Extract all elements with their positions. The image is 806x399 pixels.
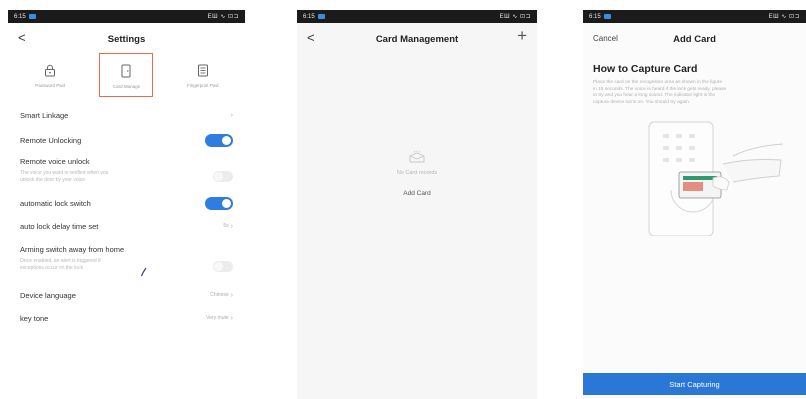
- row-label: Arming switch away from home: [20, 245, 125, 254]
- back-icon[interactable]: <: [18, 31, 26, 45]
- row-device-language[interactable]: Device language Chinese ›: [8, 283, 245, 307]
- chevron-right-icon: ›: [230, 314, 233, 322]
- auto-lock-toggle[interactable]: [205, 196, 233, 210]
- value-text: Chinese: [210, 292, 229, 298]
- value-text: 5s: [223, 223, 229, 229]
- arming-toggle[interactable]: [213, 261, 233, 272]
- list-icon: [196, 63, 210, 77]
- row-sub: unlock the door by your voice: [20, 177, 86, 183]
- page-title: Card Management: [375, 33, 459, 45]
- capture-heading: How to Capture Card: [593, 63, 698, 75]
- remote-unlocking-toggle[interactable]: [205, 133, 233, 147]
- func-fingerprint[interactable]: Fingerprint Pwd: [176, 59, 230, 101]
- back-icon[interactable]: <: [307, 31, 315, 45]
- row-label: Device language: [20, 290, 76, 300]
- app-indicator-icon: [317, 14, 325, 19]
- row-arming: Arming switch away from home Once enable…: [8, 237, 245, 283]
- row-sub: Once enabled, an alert is triggered if: [20, 258, 101, 264]
- status-icons: ЕШ ∿ ⊡⊐: [768, 14, 800, 20]
- row-smart-linkage[interactable]: Smart Linkage ›: [8, 103, 245, 127]
- func-card-manage[interactable]: Card Manage: [99, 53, 154, 97]
- status-icons: ЕШ ∿ ⊡⊐: [207, 14, 239, 20]
- value-text: Very mute: [206, 315, 229, 321]
- row-auto-lock: automatic lock switch: [8, 191, 245, 215]
- status-bar: 6:15 ЕШ ∿ ⊡⊐: [8, 10, 245, 23]
- row-label: Smart Linkage: [20, 110, 69, 120]
- func-label: Password Pwd: [35, 83, 66, 88]
- function-row: Password Pwd Card Manage Fingerprint Pwd: [8, 53, 245, 101]
- start-capturing-button[interactable]: Start Capturing: [583, 373, 806, 395]
- card-navbar: < Card Management +: [297, 23, 537, 55]
- status-icons: ЕШ ∿ ⊡⊐: [499, 14, 531, 20]
- pen-mark-icon: [140, 267, 147, 277]
- page-title: Add Card: [673, 33, 716, 45]
- chevron-right-icon: ›: [230, 291, 233, 299]
- desc-line: capture device turns on. You should try …: [593, 99, 691, 105]
- app-indicator-icon: [603, 14, 611, 19]
- row-value: 5s ›: [223, 223, 233, 230]
- status-bar: 6:15 ЕШ ∿ ⊡⊐: [583, 10, 806, 23]
- empty-box-icon: [409, 150, 425, 163]
- row-remote-voice: Remote voice unlock The voice you want i…: [8, 153, 245, 191]
- app-indicator-icon: [28, 14, 36, 19]
- func-password[interactable]: Password Pwd: [23, 59, 77, 101]
- row-sub: exceptions occur on the lock: [20, 265, 84, 271]
- row-key-tone[interactable]: key tone Very mute ›: [8, 307, 245, 329]
- row-remote-unlocking: Remote Unlocking: [8, 127, 245, 153]
- row-label: Remote voice unlock: [20, 157, 90, 166]
- chevron-right-icon: ›: [230, 111, 233, 119]
- chevron-right-icon: ›: [230, 222, 233, 230]
- add-card-screen: 6:15 ЕШ ∿ ⊡⊐ Cancel Add Card How to Capt…: [583, 10, 806, 399]
- card-management-screen: 6:15 ЕШ ∿ ⊡⊐ < Card Management + No Card…: [297, 10, 537, 399]
- status-time: 6:15: [14, 13, 26, 20]
- add-icon[interactable]: +: [517, 27, 527, 45]
- settings-navbar: < Settings: [8, 23, 245, 55]
- cancel-button[interactable]: Cancel: [593, 34, 618, 43]
- row-value: Very mute ›: [206, 315, 233, 322]
- card-capture-illustration: [648, 121, 784, 236]
- func-label: Fingerprint Pwd: [187, 83, 219, 88]
- status-time: 6:15: [589, 13, 601, 20]
- row-sub: The voice you want is verified when you: [20, 170, 109, 176]
- row-auto-lock-delay[interactable]: auto lock delay time set 5s ›: [8, 215, 245, 237]
- row-label: auto lock delay time set: [20, 221, 99, 231]
- page-title: Settings: [107, 33, 146, 45]
- settings-screen: 6:15 ЕШ ∿ ⊡⊐ < Settings Password Pwd Car…: [8, 10, 245, 399]
- lock-icon: [43, 63, 57, 77]
- empty-text: No Card records: [396, 170, 438, 176]
- row-label: Remote Unlocking: [20, 135, 82, 145]
- row-label: key tone: [20, 313, 49, 323]
- row-label: automatic lock switch: [20, 198, 91, 208]
- add-card-navbar: Cancel Add Card: [583, 23, 806, 55]
- status-bar: 6:15 ЕШ ∿ ⊡⊐: [297, 10, 537, 23]
- add-card-link[interactable]: Add Card: [403, 190, 430, 197]
- empty-state: No Card records Add Card: [297, 150, 537, 197]
- remote-voice-toggle[interactable]: [213, 171, 233, 182]
- row-value: Chinese ›: [210, 292, 233, 299]
- card-door-icon: [119, 64, 133, 78]
- func-label: Card Manage: [112, 84, 141, 89]
- status-time: 6:15: [303, 13, 315, 20]
- capture-instructions: Place the card on the recognition area a…: [583, 75, 806, 106]
